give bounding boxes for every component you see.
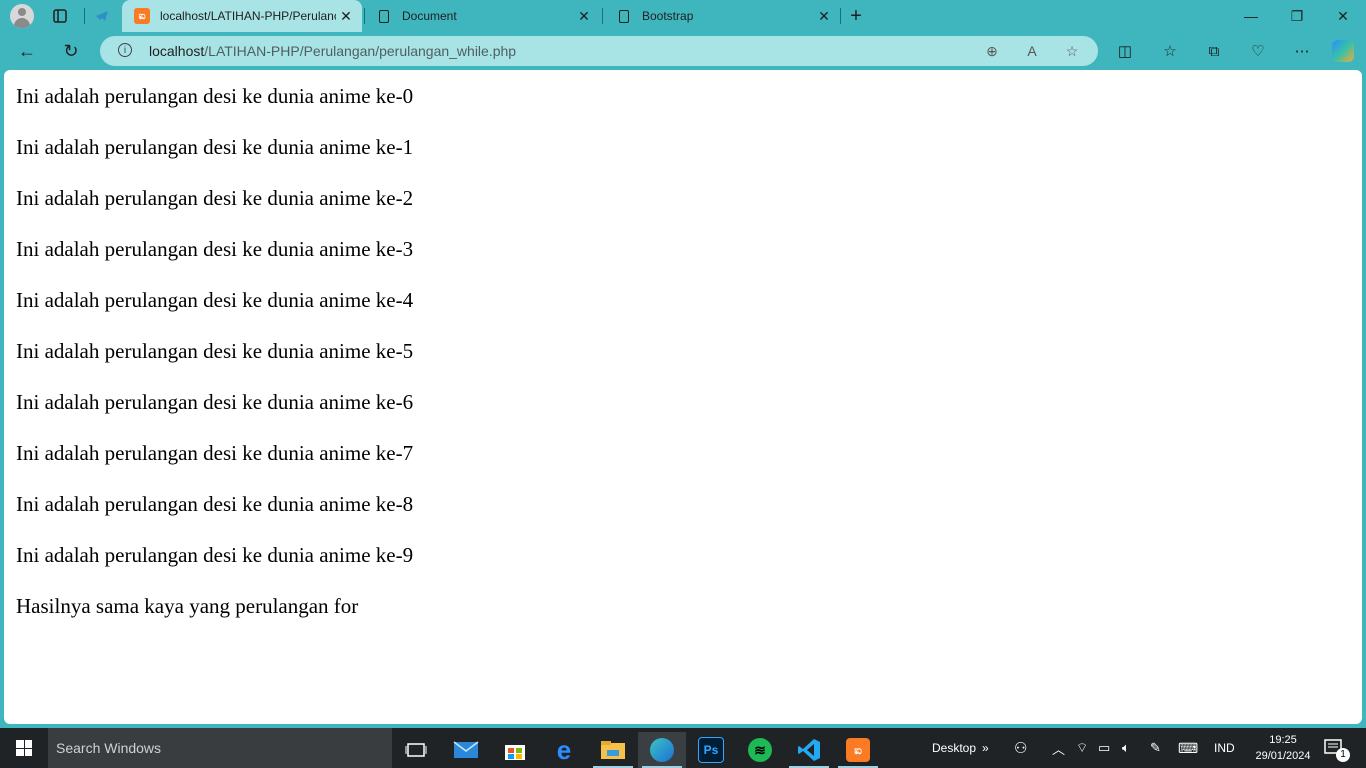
- edge-legacy-icon[interactable]: e: [540, 732, 588, 768]
- favorites-icon[interactable]: ☆: [1160, 41, 1180, 61]
- tab-bootstrap[interactable]: Bootstrap ✕: [604, 0, 840, 32]
- battery-icon[interactable]: ▭: [1098, 728, 1110, 768]
- back-button[interactable]: ←: [16, 40, 38, 62]
- copilot-icon[interactable]: [1332, 40, 1354, 62]
- output-line: Ini adalah perulangan desi ke dunia anim…: [16, 492, 414, 516]
- pen-icon[interactable]: ✎: [1150, 728, 1161, 768]
- desktop-toolbar[interactable]: Desktop »: [932, 728, 989, 768]
- info-icon[interactable]: i: [118, 43, 132, 57]
- notification-center-icon[interactable]: 1: [1324, 728, 1350, 768]
- output-line: Ini adalah perulangan desi ke dunia anim…: [16, 543, 414, 567]
- output-line: Ini adalah perulangan desi ke dunia anim…: [16, 84, 414, 108]
- favorite-star-icon[interactable]: ☆: [1062, 41, 1082, 61]
- tab-actions-icon[interactable]: [50, 6, 70, 26]
- output-line: Ini adalah perulangan desi ke dunia anim…: [16, 441, 414, 465]
- clock-date: 29/01/2024: [1255, 750, 1311, 762]
- photoshop-icon[interactable]: Ps: [687, 732, 735, 768]
- refresh-button[interactable]: ↻: [60, 40, 82, 62]
- document-icon: [376, 8, 392, 24]
- tab-title: localhost/LATIHAN-PHP/Perulanc: [160, 9, 336, 23]
- collections-icon[interactable]: ⧉: [1204, 41, 1224, 61]
- mail-icon[interactable]: [442, 732, 490, 768]
- task-view-icon[interactable]: [392, 732, 440, 768]
- output-line: Ini adalah perulangan desi ke dunia anim…: [16, 339, 414, 363]
- keyboard-icon[interactable]: ⌨: [1178, 728, 1198, 768]
- output-line: Ini adalah perulangan desi ke dunia anim…: [16, 186, 414, 210]
- search-placeholder: Search Windows: [56, 740, 162, 756]
- close-tab-icon[interactable]: ✕: [814, 8, 834, 25]
- clock[interactable]: 19:25 29/01/2024: [1248, 732, 1318, 764]
- restore-button[interactable]: ❐: [1274, 0, 1320, 32]
- zoom-icon[interactable]: ⊕: [982, 41, 1002, 61]
- output-line: Ini adalah perulangan desi ke dunia anim…: [16, 237, 414, 261]
- close-tab-icon[interactable]: ✕: [574, 8, 594, 25]
- taskbar: Search Windows e Ps ≋ ಐ Desktop » ⚇ ︿ ⌔ …: [0, 728, 1366, 768]
- navigation-bar: ← ↻ i localhost/LATIHAN-PHP/Perulangan/p…: [0, 32, 1366, 70]
- output-line: Ini adalah perulangan desi ke dunia anim…: [16, 288, 414, 312]
- xampp-icon[interactable]: ಐ: [834, 732, 882, 768]
- tab-title: Document: [402, 9, 457, 23]
- new-tab-button[interactable]: +: [846, 5, 866, 27]
- language-indicator[interactable]: IND: [1214, 728, 1235, 768]
- title-bar: ಐ localhost/LATIHAN-PHP/Perulanc ✕ Docum…: [0, 0, 1366, 32]
- chevron-up-icon[interactable]: ︿: [1052, 728, 1065, 768]
- chevron-right-icon: »: [982, 741, 989, 755]
- address-bar[interactable]: i localhost/LATIHAN-PHP/Perulangan/perul…: [100, 36, 1098, 66]
- taskbar-search[interactable]: Search Windows: [48, 728, 392, 768]
- tab-document[interactable]: Document ✕: [364, 0, 600, 32]
- close-window-button[interactable]: ✕: [1320, 0, 1366, 32]
- profile-avatar-icon[interactable]: [10, 4, 34, 28]
- telegram-icon[interactable]: [92, 6, 112, 26]
- notification-badge: 1: [1336, 748, 1350, 762]
- close-tab-icon[interactable]: ✕: [336, 8, 356, 25]
- summary-line: Hasilnya sama kaya yang perulangan for: [16, 594, 359, 618]
- more-options-icon[interactable]: ⋯: [1292, 41, 1312, 61]
- read-aloud-icon[interactable]: A: [1022, 41, 1042, 61]
- desktop-label: Desktop: [932, 741, 977, 755]
- xampp-icon: ಐ: [134, 8, 150, 24]
- network-icon[interactable]: ⌔: [1076, 728, 1088, 768]
- vscode-icon[interactable]: [785, 732, 833, 768]
- document-icon: [616, 8, 632, 24]
- tab-title: Bootstrap: [642, 9, 694, 23]
- store-icon[interactable]: [491, 732, 539, 768]
- volume-icon[interactable]: 🔈︎: [1122, 728, 1130, 768]
- minimize-button[interactable]: —: [1228, 0, 1274, 32]
- file-explorer-icon[interactable]: [589, 732, 637, 768]
- output-line: Ini adalah perulangan desi ke dunia anim…: [16, 135, 414, 159]
- output-line: Ini adalah perulangan desi ke dunia anim…: [16, 390, 414, 414]
- start-button[interactable]: [0, 728, 48, 768]
- edge-browser-icon[interactable]: [638, 732, 686, 768]
- people-icon[interactable]: ⚇: [1014, 728, 1027, 768]
- page-content: Ini adalah perulangan desi ke dunia anim…: [4, 70, 1362, 724]
- url-text[interactable]: localhost/LATIHAN-PHP/Perulangan/perulan…: [149, 43, 516, 59]
- clock-time: 19:25: [1269, 734, 1297, 746]
- split-screen-icon[interactable]: ◫: [1115, 41, 1135, 61]
- browser-essentials-icon[interactable]: ♡: [1248, 41, 1268, 61]
- windows-logo-icon: [16, 740, 32, 756]
- spotify-icon[interactable]: ≋: [736, 732, 784, 768]
- tab-perulangan[interactable]: ಐ localhost/LATIHAN-PHP/Perulanc ✕: [122, 0, 362, 32]
